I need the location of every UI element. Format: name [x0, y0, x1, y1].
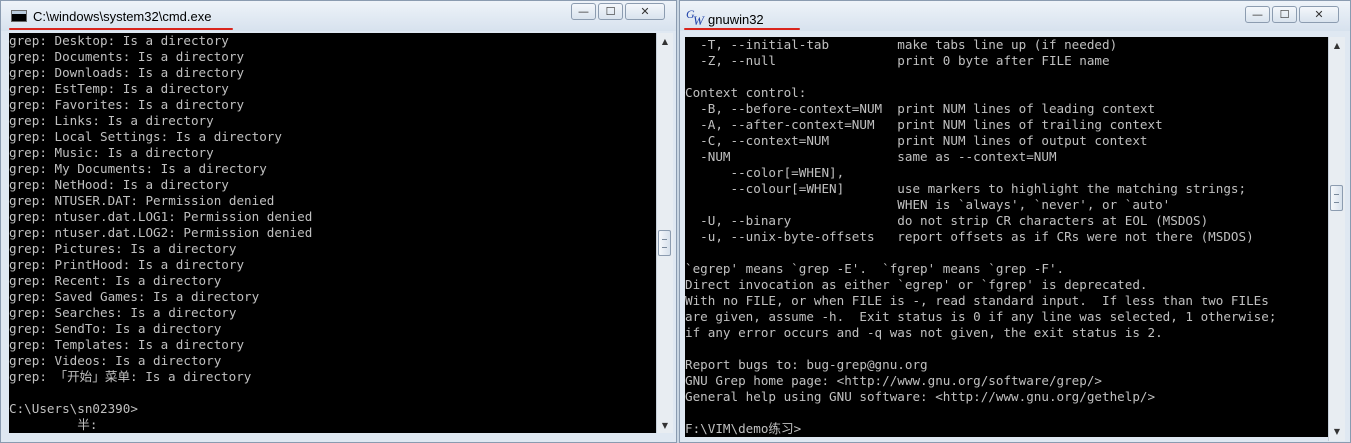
console-line: -C, --context=NUM print NUM lines of out…: [685, 133, 1148, 148]
console-line: C:\Users\sn02390>: [9, 401, 138, 416]
scroll-down-icon[interactable]: ▼: [1329, 423, 1345, 439]
console-line: grep: Videos: Is a directory: [9, 353, 222, 368]
console-line: grep: Saved Games: Is a directory: [9, 289, 260, 304]
cmd-window-controls: — ☐ ✕: [569, 3, 665, 22]
scroll-down-icon[interactable]: ▼: [657, 417, 673, 433]
console-line: Direct invocation as either `egrep' or `…: [685, 277, 1148, 292]
console-line: -NUM same as --context=NUM: [685, 149, 1057, 164]
console-line: -U, --binary do not strip CR characters …: [685, 213, 1209, 228]
gnuwin32-window[interactable]: G W gnuwin32 — ☐ ✕ -T, --initial-tab mak…: [679, 0, 1351, 443]
console-app-icon: [11, 10, 27, 22]
console-line: grep: ntuser.dat.LOG1: Permission denied: [9, 209, 313, 224]
console-line: --colour[=WHEN] use markers to highlight…: [685, 181, 1247, 196]
console-line: if any error occurs and -q was not given…: [685, 325, 1163, 340]
console-line: are given, assume -h. Exit status is 0 i…: [685, 309, 1277, 324]
cmd-window-title: C:\windows\system32\cmd.exe: [33, 9, 212, 24]
console-line: grep: Pictures: Is a directory: [9, 241, 237, 256]
scroll-up-icon[interactable]: ▲: [657, 33, 673, 49]
scroll-thumb[interactable]: [658, 230, 671, 256]
console-line: grep: EstTemp: Is a directory: [9, 81, 229, 96]
console-line: grep: Templates: Is a directory: [9, 337, 245, 352]
gnuwin32-titlebar[interactable]: G W gnuwin32 — ☐ ✕: [680, 1, 1350, 31]
gnuwin32-app-icon: G W: [686, 7, 704, 28]
maximize-button[interactable]: ☐: [1272, 6, 1297, 23]
console-line: grep: Documents: Is a directory: [9, 49, 245, 64]
scroll-up-icon[interactable]: ▲: [1329, 37, 1345, 53]
console-line: --color[=WHEN],: [685, 165, 845, 180]
console-line: grep: My Documents: Is a directory: [9, 161, 267, 176]
console-line: F:\VIM\demo练习>: [685, 421, 802, 436]
console-line: grep: NTUSER.DAT: Permission denied: [9, 193, 275, 208]
console-line: -u, --unix-byte-offsets report offsets a…: [685, 229, 1254, 244]
cmd-titlebar[interactable]: C:\windows\system32\cmd.exe — ☐ ✕: [1, 1, 676, 31]
gnuwin32-vertical-scrollbar[interactable]: ▲ ▼: [1328, 37, 1345, 441]
console-line: grep: PrintHood: Is a directory: [9, 257, 245, 272]
console-line: grep: Downloads: Is a directory: [9, 65, 245, 80]
console-line: -A, --after-context=NUM print NUM lines …: [685, 117, 1163, 132]
title-annotation-underline: [684, 28, 800, 30]
console-line: grep: ntuser.dat.LOG2: Permission denied: [9, 225, 313, 240]
gnuwin32-console-output[interactable]: -T, --initial-tab make tabs line up (if …: [685, 37, 1328, 437]
title-annotation-underline: [9, 28, 233, 30]
console-line: `egrep' means `grep -E'. `fgrep' means `…: [685, 261, 1065, 276]
console-line: grep: Recent: Is a directory: [9, 273, 222, 288]
maximize-button[interactable]: ☐: [598, 3, 623, 20]
console-line: grep: Desktop: Is a directory: [9, 33, 229, 48]
console-line: With no FILE, or when FILE is -, read st…: [685, 293, 1269, 308]
console-line: grep: Searches: Is a directory: [9, 305, 237, 320]
console-line: grep: Local Settings: Is a directory: [9, 129, 282, 144]
console-line: GNU Grep home page: <http://www.gnu.org/…: [685, 373, 1103, 388]
cmd-console-output[interactable]: grep: Desktop: Is a directory grep: Docum…: [9, 33, 656, 433]
scroll-thumb[interactable]: [1330, 185, 1343, 211]
close-button[interactable]: ✕: [1299, 6, 1339, 23]
console-line: -T, --initial-tab make tabs line up (if …: [685, 37, 1118, 52]
close-button[interactable]: ✕: [625, 3, 665, 20]
console-line: -Z, --null print 0 byte after FILE name: [685, 53, 1110, 68]
minimize-button[interactable]: —: [1245, 6, 1270, 23]
console-line: grep: Favorites: Is a directory: [9, 97, 245, 112]
console-line: Report bugs to: bug-grep@gnu.org: [685, 357, 928, 372]
console-line: grep: NetHood: Is a directory: [9, 177, 229, 192]
console-line: -B, --before-context=NUM print NUM lines…: [685, 101, 1156, 116]
console-line: General help using GNU software: <http:/…: [685, 389, 1156, 404]
gnuwin32-window-controls: — ☐ ✕: [1243, 6, 1339, 25]
cmd-window[interactable]: C:\windows\system32\cmd.exe — ☐ ✕ grep: …: [0, 0, 677, 443]
console-line: Context control:: [685, 85, 807, 100]
gnuwin32-window-title: gnuwin32: [708, 12, 764, 27]
console-line: WHEN is `always', `never', or `auto': [685, 197, 1171, 212]
console-line: grep: 「开始」菜单: Is a directory: [9, 369, 252, 384]
console-line: grep: Links: Is a directory: [9, 113, 214, 128]
console-line: grep: SendTo: Is a directory: [9, 321, 222, 336]
console-line: 半:: [9, 417, 98, 432]
cmd-vertical-scrollbar[interactable]: ▲ ▼: [656, 33, 673, 433]
minimize-button[interactable]: —: [571, 3, 596, 20]
console-line: grep: Music: Is a directory: [9, 145, 214, 160]
